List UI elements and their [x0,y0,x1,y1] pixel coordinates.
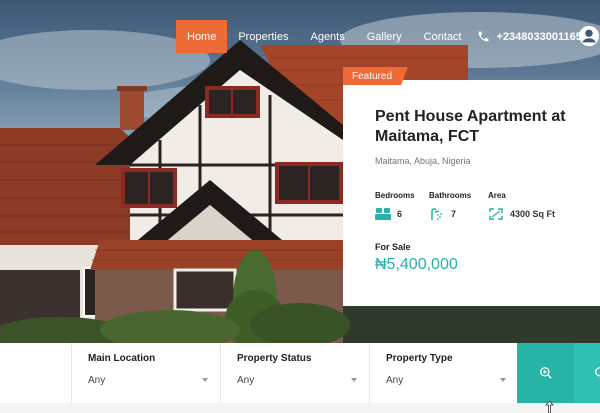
chevron-down-icon [202,378,208,382]
main-location-select[interactable]: Main Location Any [71,343,220,403]
area-value: 4300 Sq Ft [488,207,555,221]
nav-properties[interactable]: Properties [227,20,299,53]
nav-gallery[interactable]: Gallery [356,20,413,53]
nav-contact[interactable]: Contact [413,20,473,53]
property-status-select[interactable]: Property Status Any [220,343,369,403]
phone-contact[interactable]: +2348033001165 [477,30,582,43]
bedrooms-label: Bedrooms [375,191,415,200]
property-type-label: Property Type [386,353,453,364]
sale-status: For Sale [375,242,411,252]
nav-agents[interactable]: Agents [299,20,355,53]
bathrooms-count: 7 [451,209,457,219]
search-icon [539,367,552,379]
property-title[interactable]: Pent House Apartment at Maitama, FCT [375,107,590,147]
area-icon [489,208,503,220]
search-icon [595,367,600,377]
bed-icon [375,208,391,220]
bottom-strip [0,403,600,413]
phone-icon [478,31,488,42]
area-label: Area [488,191,506,200]
bedrooms-count: 6 [397,209,403,219]
bathrooms-label: Bathrooms [429,191,472,200]
area-size: 4300 Sq Ft [510,209,556,219]
chevron-down-icon [500,378,506,382]
main-location-value[interactable]: Any [88,375,105,386]
property-location: Maitama, Abuja, Nigeria [375,156,471,166]
property-card[interactable]: Pent House Apartment at Maitama, FCT Mai… [343,80,600,306]
advanced-search-button[interactable] [574,343,600,403]
chevron-down-icon [351,378,357,382]
property-type-select[interactable]: Property Type Any [369,343,517,403]
bathrooms-value: 7 [429,207,456,221]
phone-number: +2348033001165 [496,30,582,43]
bath-icon [431,208,442,220]
main-location-label: Main Location [88,353,156,364]
property-price: ₦5,400,000 [375,256,458,273]
user-icon[interactable] [578,25,600,47]
cursor-icon [545,401,554,413]
property-type-value[interactable]: Any [386,375,403,386]
property-status-label: Property Status [237,353,312,364]
main-nav: Home Properties Agents Gallery Contact +… [176,20,582,53]
search-button[interactable] [517,343,574,403]
nav-home[interactable]: Home [176,20,228,53]
bedrooms-value: 6 [375,207,402,221]
featured-badge: Featured [343,67,409,85]
property-status-value[interactable]: Any [237,375,254,386]
